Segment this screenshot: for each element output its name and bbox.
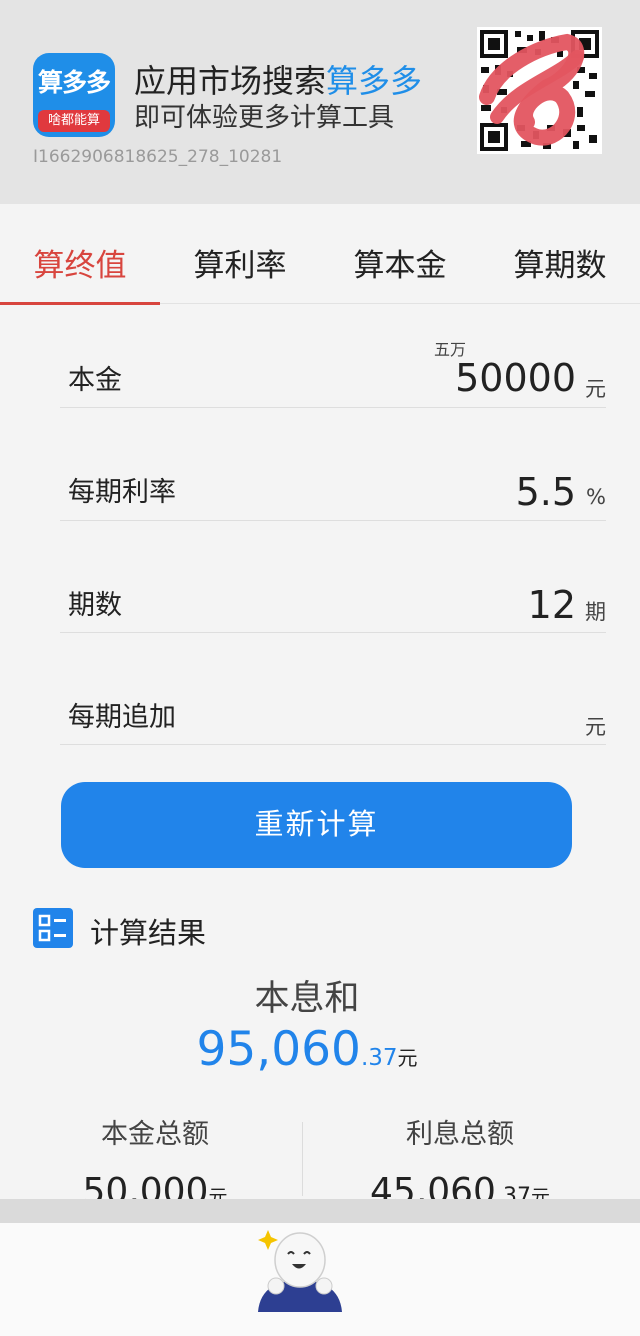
app-logo-tag: 啥都能算 [38, 110, 110, 132]
promo-banner[interactable]: 算多多 啥都能算 应用市场搜索算多多 即可体验更多计算工具 I166290681… [0, 0, 640, 204]
banner-subtitle: 即可体验更多计算工具 [134, 103, 395, 133]
rate-field[interactable]: 每期利率 5.5 % [60, 440, 606, 521]
principal-label: 本金 [68, 365, 122, 396]
principal-field[interactable]: 本金 五万 50000 元 [60, 326, 606, 408]
tab-future-value[interactable]: 算终值 [0, 204, 160, 305]
addition-unit: 元 [585, 715, 606, 739]
app-logo-text: 算多多 [37, 68, 111, 97]
principal-unit: 元 [585, 377, 606, 401]
mascot-character[interactable] [250, 1220, 350, 1312]
addition-label: 每期追加 [68, 702, 176, 733]
app-logo: 算多多 啥都能算 [33, 53, 115, 137]
rate-label: 每期利率 [68, 477, 176, 508]
banner-title: 应用市场搜索算多多 [134, 56, 422, 102]
interest-total: 利息总额 45,060.37元 [310, 1112, 610, 1212]
rate-unit: % [586, 485, 606, 509]
rate-input[interactable]: 5.5 [516, 470, 576, 514]
total-integer: 95,060 [196, 1022, 361, 1077]
principal-total: 本金总额 50,000元 [5, 1112, 305, 1212]
periods-unit: 期 [585, 600, 606, 624]
principal-total-label: 本金总额 [101, 1119, 209, 1150]
interest-total-label: 利息总额 [406, 1119, 514, 1150]
principal-input[interactable]: 50000 [455, 356, 576, 400]
total-decimal: .37 [360, 1045, 398, 1071]
total-value: 95,060.37元 [0, 1022, 614, 1077]
tab-interest-rate[interactable]: 算利率 [160, 204, 320, 304]
recalculate-button[interactable]: 重新计算 [61, 782, 572, 868]
periods-field[interactable]: 期数 12 期 [60, 553, 606, 633]
calc-tabs: 算终值 算利率 算本金 算期数 [0, 204, 640, 305]
total-label: 本息和 [254, 979, 360, 1019]
tab-periods[interactable]: 算期数 [480, 204, 640, 304]
banner-id-text: I1662906818625_278_10281 [33, 147, 283, 167]
periods-input[interactable]: 12 [528, 583, 576, 627]
banner-title-prefix: 应用市场搜索 [134, 62, 327, 100]
total-unit: 元 [397, 1046, 418, 1070]
tab-principal[interactable]: 算本金 [320, 204, 480, 304]
qr-code-icon [477, 27, 602, 154]
addition-field[interactable]: 每期追加 元 [60, 665, 606, 745]
banner-title-accent: 算多多 [326, 62, 423, 100]
results-title: 计算结果 [90, 916, 207, 950]
results-divider [302, 1122, 303, 1196]
list-icon [33, 908, 73, 948]
periods-label: 期数 [68, 590, 122, 621]
